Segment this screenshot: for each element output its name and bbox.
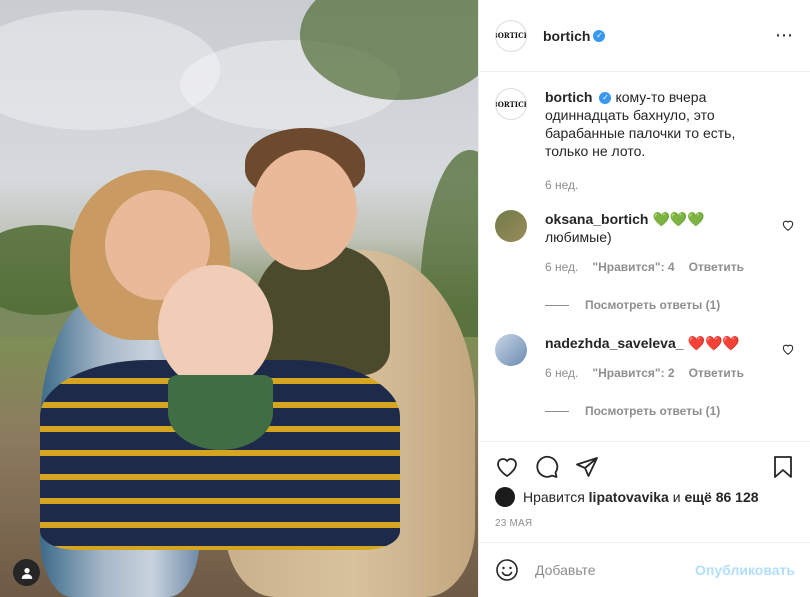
add-comment-bar: Опубликовать — [479, 542, 810, 597]
baby-bandana — [168, 375, 273, 450]
caption-meta: 6 нед. — [545, 176, 765, 194]
view-replies-label: Посмотреть ответы (1) — [585, 298, 721, 312]
author-avatar[interactable]: BORTICH — [495, 19, 527, 52]
commenter-avatar[interactable] — [495, 210, 527, 242]
comment-time[interactable]: 6 нед. — [545, 258, 578, 276]
caption-username[interactable]: bortich — [545, 89, 592, 105]
avatar-logo-text: BORTICH — [496, 99, 526, 109]
verified-icon: ✓ — [599, 92, 612, 105]
likes-summary: Нравится lipatovavika и ещё 86 128 — [495, 487, 759, 507]
comment-input[interactable] — [535, 562, 695, 578]
comments-list[interactable]: BORTICH bortich✓кому-то вчера одиннадцат… — [479, 72, 810, 442]
post-panel: BORTICH bortich ✓ ⋯ BORTICH bortich✓кому… — [478, 0, 810, 597]
post-actions — [495, 451, 795, 483]
caption-time[interactable]: 6 нед. — [545, 176, 578, 194]
more-options-icon[interactable]: ⋯ — [775, 25, 794, 46]
divider-line — [545, 410, 569, 412]
likes-count[interactable]: ещё 86 128 — [684, 489, 758, 505]
post-date[interactable]: 23 МАЯ — [495, 518, 532, 529]
comment-likes[interactable]: "Нравится": 2 — [592, 364, 674, 382]
like-comment-heart-icon[interactable] — [781, 342, 795, 356]
comment-bubble-icon[interactable] — [535, 455, 559, 479]
like-comment-heart-icon[interactable] — [781, 218, 795, 232]
comment-body: nadezhda_saveleva_ ❤️❤️❤️ 6 нед. "Нравитс… — [545, 334, 765, 382]
view-replies-button[interactable]: Посмотреть ответы (1) — [545, 298, 795, 312]
comment-username[interactable]: nadezhda_saveleva_ — [545, 335, 684, 351]
post-photo[interactable] — [0, 0, 478, 597]
view-replies-button[interactable]: Посмотреть ответы (1) — [545, 404, 795, 418]
view-replies-label: Посмотреть ответы (1) — [585, 404, 721, 418]
post-header: BORTICH bortich ✓ ⋯ — [479, 0, 810, 72]
publish-button[interactable]: Опубликовать — [695, 562, 795, 578]
share-plane-icon[interactable] — [575, 455, 599, 479]
reply-button[interactable]: Ответить — [689, 364, 744, 382]
reply-button[interactable]: Ответить — [689, 258, 744, 276]
like-heart-icon[interactable] — [495, 455, 519, 479]
comment: oksana_bortich 💚💚💚 любимые) 6 нед. "Нрави… — [495, 210, 795, 276]
avatar-logo-text: BORTICH — [496, 31, 526, 40]
comment-meta: 6 нед. "Нравится": 2 Ответить — [545, 364, 765, 382]
divider-line — [545, 304, 569, 306]
baby-face — [158, 265, 273, 390]
bookmark-icon[interactable] — [771, 455, 795, 479]
commenter-avatar[interactable] — [495, 334, 527, 366]
comment-likes[interactable]: "Нравится": 4 — [592, 258, 674, 276]
comment: nadezhda_saveleva_ ❤️❤️❤️ 6 нед. "Нравитс… — [495, 334, 795, 382]
verified-icon: ✓ — [593, 29, 606, 42]
caption: BORTICH bortich✓кому-то вчера одиннадцат… — [495, 88, 795, 194]
tagged-users-button[interactable] — [13, 559, 40, 586]
caption-avatar[interactable]: BORTICH — [495, 88, 527, 120]
comment-time[interactable]: 6 нед. — [545, 364, 578, 382]
comment-body: oksana_bortich 💚💚💚 любимые) 6 нед. "Нрави… — [545, 210, 765, 276]
header-username[interactable]: bortich — [543, 28, 590, 44]
caption-body: bortich ✓ кому-то вчера одиннадцать бахнул… — [545, 88, 765, 194]
comment-username[interactable]: oksana_bortich — [545, 211, 648, 227]
likes-middle: и — [672, 489, 681, 505]
comment-text: ❤️❤️❤️ — [687, 335, 740, 351]
liker-username[interactable]: lipatovavika — [589, 489, 669, 505]
comment-meta: 6 нед. "Нравится": 4 Ответить — [545, 258, 765, 276]
emoji-icon[interactable] — [495, 558, 519, 582]
likes-prefix: Нравится — [523, 489, 585, 505]
liker-avatar[interactable] — [495, 487, 515, 507]
man-face — [252, 150, 357, 270]
user-icon — [21, 567, 32, 579]
